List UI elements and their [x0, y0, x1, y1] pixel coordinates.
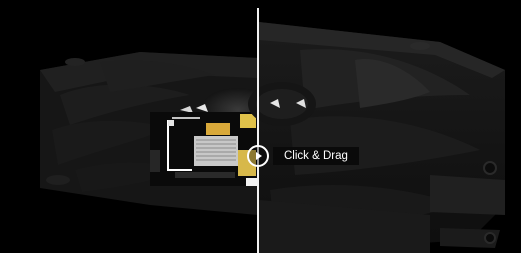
fan-right-solid: [248, 22, 505, 253]
drag-hint-label: Click & Drag: [273, 147, 359, 165]
before-after-comparison[interactable]: Click & Drag: [0, 0, 521, 253]
fan-left-cutaway: [40, 52, 276, 215]
arrow-right-icon: [256, 152, 262, 160]
slider-handle[interactable]: [247, 145, 269, 167]
comparison-divider-line[interactable]: [257, 8, 259, 253]
fan-cutaway-image: [40, 22, 505, 253]
